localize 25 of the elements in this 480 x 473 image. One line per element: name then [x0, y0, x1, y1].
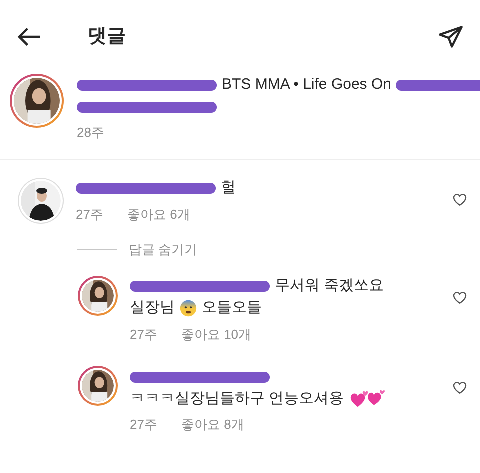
like-heart-icon[interactable] — [452, 290, 468, 306]
comment-text: 오들오들 — [202, 298, 262, 318]
likes-count[interactable]: 좋아요 10개 — [181, 324, 252, 344]
scared-emoji-icon — [180, 300, 197, 317]
comment-text: 실장님 — [130, 298, 175, 318]
avatar[interactable] — [78, 366, 118, 406]
send-icon[interactable] — [438, 24, 464, 50]
comment-text: 무서워 죽겠쏘요 — [275, 276, 384, 296]
likes-count[interactable]: 좋아요 6개 — [127, 204, 190, 224]
comment-time: 27주 — [76, 206, 104, 224]
avatar[interactable] — [10, 74, 64, 128]
avatar[interactable] — [78, 276, 118, 316]
comment-text: BTS MMA • Life Goes On — [222, 74, 392, 95]
hide-replies-button[interactable]: 답글 숨기기 — [129, 240, 198, 260]
like-heart-icon[interactable] — [452, 192, 468, 208]
comment-time: 27주 — [130, 416, 158, 434]
likes-count[interactable]: 좋아요 8개 — [181, 415, 244, 434]
like-heart-icon[interactable] — [452, 380, 468, 396]
caption-time: 28주 — [77, 124, 106, 142]
comment-text: ㅋㅋㅋ실장님들하구 언능오셔용 — [130, 388, 344, 409]
comment-text: 헐 — [221, 178, 236, 198]
avatar[interactable] — [18, 178, 64, 224]
hearts-emoji-icon — [349, 390, 386, 408]
page-title: 댓글 — [88, 24, 126, 49]
comment-time: 27주 — [130, 326, 158, 344]
